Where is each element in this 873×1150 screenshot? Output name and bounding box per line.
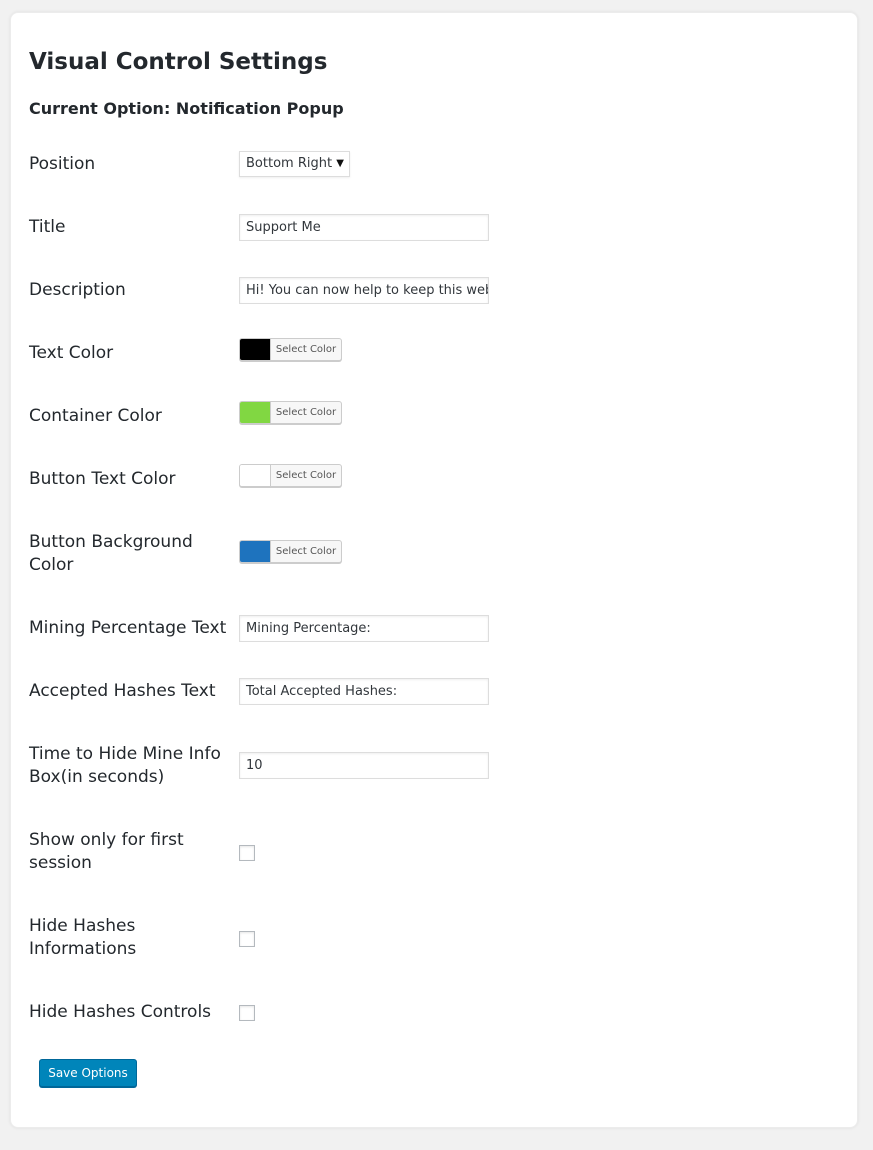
container-color-label: Container Color	[29, 406, 162, 426]
mining-percentage-label: Mining Percentage Text	[29, 618, 227, 638]
dropdown-arrow-icon: ▼	[336, 158, 344, 169]
hide-hashes-controls-checkbox[interactable]	[239, 1005, 255, 1021]
current-option-title: Current Option: Notification Popup	[29, 99, 344, 118]
hide-hashes-controls-label: Hide Hashes Controls	[29, 1002, 212, 1022]
hide-hashes-info-checkbox[interactable]	[239, 931, 255, 947]
title-input[interactable]: Support Me	[239, 214, 489, 241]
title-label: Title	[29, 217, 66, 237]
time-to-hide-input[interactable]: 10	[239, 752, 489, 779]
page-title: Visual Control Settings	[29, 49, 328, 75]
button-text-color-picker[interactable]: Select Color	[239, 464, 342, 487]
button-background-color-label: Button Background Color	[29, 532, 193, 575]
button-background-color-picker[interactable]: Select Color	[239, 540, 342, 563]
button-background-color-swatch	[240, 541, 271, 562]
show-first-session-checkbox[interactable]	[239, 845, 255, 861]
save-options-button[interactable]: Save Options	[39, 1059, 137, 1087]
position-select[interactable]: Bottom Right ▼	[239, 151, 350, 177]
settings-panel: Visual Control Settings Current Option: …	[10, 12, 858, 1128]
accepted-hashes-input[interactable]: Total Accepted Hashes:	[239, 678, 489, 705]
button-text-color-picker-label: Select Color	[275, 470, 337, 481]
container-color-picker-label: Select Color	[275, 407, 337, 418]
text-color-label: Text Color	[29, 343, 114, 363]
text-color-picker[interactable]: Select Color	[239, 338, 342, 361]
mining-percentage-input[interactable]: Mining Percentage:	[239, 615, 489, 642]
hide-hashes-info-label: Hide Hashes Informations	[29, 916, 137, 959]
time-to-hide-label: Time to Hide Mine Info Box(in seconds)	[29, 744, 221, 787]
button-text-color-swatch	[240, 465, 271, 486]
show-first-session-label: Show only for first session	[29, 830, 184, 873]
accepted-hashes-label: Accepted Hashes Text	[29, 681, 216, 701]
text-color-picker-label: Select Color	[275, 344, 337, 355]
button-text-color-label: Button Text Color	[29, 469, 176, 489]
text-color-swatch	[240, 339, 271, 360]
position-select-value: Bottom Right	[246, 156, 333, 171]
description-label: Description	[29, 280, 126, 300]
container-color-picker[interactable]: Select Color	[239, 401, 342, 424]
position-label: Position	[29, 154, 96, 174]
container-color-swatch	[240, 402, 271, 423]
description-input[interactable]: Hi! You can now help to keep this websit…	[239, 277, 489, 304]
button-background-color-picker-label: Select Color	[275, 546, 337, 557]
